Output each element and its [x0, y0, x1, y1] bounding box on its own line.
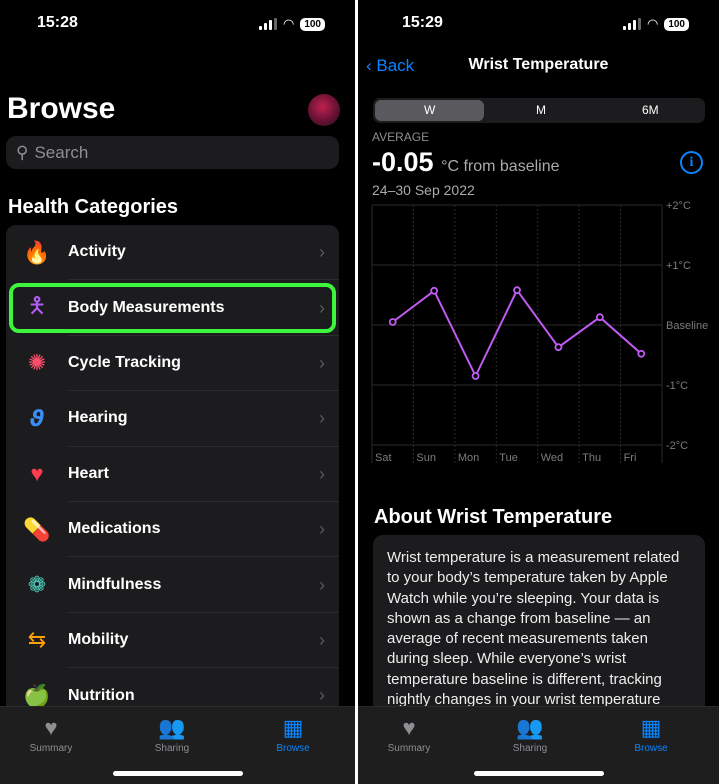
- category-mindfulness[interactable]: ❁ Mindfulness ›: [6, 557, 339, 613]
- category-activity[interactable]: 🔥 Activity ›: [6, 225, 339, 281]
- category-medications[interactable]: 💊 Medications ›: [6, 502, 339, 558]
- data-point: [513, 286, 521, 295]
- signal-icon: [258, 18, 277, 30]
- y-tick-label: Baseline: [666, 320, 708, 332]
- status-bar: 15:28 ◠ 100: [0, 14, 355, 34]
- status-bar: 15:29 ◠ 100: [358, 14, 719, 34]
- category-mobility[interactable]: ⇆ Mobility ›: [6, 613, 339, 669]
- y-tick-label: +1°C: [666, 260, 691, 272]
- grid-icon: ▦: [282, 715, 304, 740]
- category-heart[interactable]: ♥ Heart ›: [6, 447, 339, 502]
- average-label: AVERAGE: [372, 130, 430, 144]
- tab-bar: ♥ Summary 👥 Sharing ▦ Browse: [358, 706, 719, 784]
- heart-icon: ♥: [402, 715, 416, 740]
- home-indicator: [473, 771, 604, 776]
- ear-icon: 𝟅: [29, 405, 45, 431]
- highlight-outline: [9, 283, 336, 333]
- battery-icon: 100: [664, 17, 689, 31]
- about-title: About Wrist Temperature: [374, 506, 613, 528]
- category-label: Mobility: [68, 613, 339, 669]
- tab-browse[interactable]: ▦ Browse: [253, 715, 333, 754]
- category-label: Mindfulness: [68, 557, 339, 613]
- chevron-right-icon: ›: [319, 242, 325, 263]
- tab-bar: ♥ Summary 👥 Sharing ▦ Browse: [0, 706, 355, 784]
- grid-icon: ▦: [640, 715, 662, 740]
- heart-icon: ♥: [30, 461, 44, 487]
- flower-icon: ❁: [27, 572, 47, 598]
- chevron-left-icon: ‹: [366, 56, 377, 75]
- tab-sharing[interactable]: 👥 Sharing: [490, 715, 570, 754]
- heart-icon: ♥: [44, 715, 58, 740]
- data-point: [430, 286, 439, 295]
- chevron-right-icon: ›: [319, 685, 325, 706]
- segment-week[interactable]: W: [375, 100, 485, 121]
- tab-summary[interactable]: ♥ Summary: [369, 715, 449, 754]
- period-segmented-control: W M 6M: [373, 98, 705, 123]
- browse-screen: 15:28 ◠ 100 Browse ⚲ Search Health Categor…: [0, 0, 355, 784]
- battery-icon: 100: [300, 17, 325, 31]
- people-icon: 👥: [516, 715, 544, 740]
- temperature-line: [392, 288, 642, 379]
- apple-icon: 🍏: [23, 682, 51, 708]
- avatar[interactable]: [308, 94, 340, 126]
- category-label: Cycle Tracking: [68, 336, 339, 392]
- tab-summary[interactable]: ♥ Summary: [11, 715, 91, 754]
- category-label: Medications: [68, 502, 339, 558]
- category-label: Heart: [68, 447, 339, 502]
- y-tick-label: +2°C: [666, 200, 691, 212]
- search-icon: ⚲: [16, 142, 29, 162]
- temperature-chart[interactable]: +2°C +1°C Baseline -1°C -2°C Sat Sun Mon Tue Wed T…: [358, 195, 719, 470]
- x-tick-label: Thu: [582, 452, 601, 464]
- data-point: [554, 343, 563, 352]
- x-tick-label: Tue: [499, 452, 518, 464]
- arrows-icon: ⇆: [27, 627, 47, 653]
- x-tick-label: Sat: [375, 452, 392, 464]
- search-input[interactable]: ⚲ Search: [6, 136, 339, 169]
- page-title: Browse: [7, 92, 116, 125]
- chevron-right-icon: ›: [319, 352, 325, 373]
- segment-month[interactable]: M: [486, 98, 595, 123]
- data-point: [637, 349, 646, 358]
- y-tick-label: -1°C: [666, 380, 688, 392]
- y-tick-label: -2°C: [666, 440, 688, 452]
- chevron-right-icon: ›: [319, 408, 325, 429]
- tab-sharing[interactable]: 👥 Sharing: [132, 715, 212, 754]
- category-body-measurements[interactable]: 🯅 Body Measurements ›: [6, 280, 339, 336]
- about-text: Wrist temperature is a measurement relat…: [373, 535, 705, 715]
- chevron-right-icon: ›: [319, 519, 325, 540]
- x-tick-label: Fri: [624, 452, 637, 464]
- x-tick-label: Mon: [458, 452, 479, 464]
- data-point: [388, 318, 397, 326]
- info-icon[interactable]: i: [680, 151, 703, 174]
- pills-icon: 💊: [23, 516, 51, 542]
- category-list: 🔥 Activity › 🯅 Body Measurements › ✺ Cycle Trac…: [6, 225, 339, 724]
- chevron-right-icon: ›: [319, 629, 325, 650]
- cycle-icon: ✺: [27, 350, 47, 376]
- data-point: [595, 313, 604, 322]
- section-title: Health Categories: [8, 196, 179, 218]
- segment-6-months[interactable]: 6M: [596, 98, 705, 123]
- data-point: [471, 372, 480, 380]
- x-tick-label: Sun: [416, 452, 436, 464]
- wifi-icon: ◠: [646, 16, 659, 31]
- category-label: Hearing: [68, 391, 339, 447]
- flame-icon: 🔥: [23, 239, 51, 265]
- average-value: -0.05 °C from baseline: [372, 147, 560, 177]
- signal-icon: [622, 18, 641, 30]
- back-button[interactable]: ‹ Back: [366, 56, 414, 76]
- home-indicator: [112, 771, 243, 776]
- wifi-icon: ◠: [282, 16, 295, 31]
- tab-browse[interactable]: ▦ Browse: [611, 715, 691, 754]
- x-tick-label: Wed: [541, 452, 563, 464]
- category-cycle-tracking[interactable]: ✺ Cycle Tracking ›: [6, 336, 339, 392]
- category-hearing[interactable]: 𝟅 Hearing ›: [6, 391, 339, 447]
- category-label: Activity: [68, 225, 339, 281]
- chevron-right-icon: ›: [319, 463, 325, 484]
- people-icon: 👥: [158, 715, 186, 740]
- chevron-right-icon: ›: [319, 574, 325, 595]
- wrist-temperature-screen: 15:29 ◠ 100 Wrist Temperature ‹ Back W M …: [358, 0, 719, 784]
